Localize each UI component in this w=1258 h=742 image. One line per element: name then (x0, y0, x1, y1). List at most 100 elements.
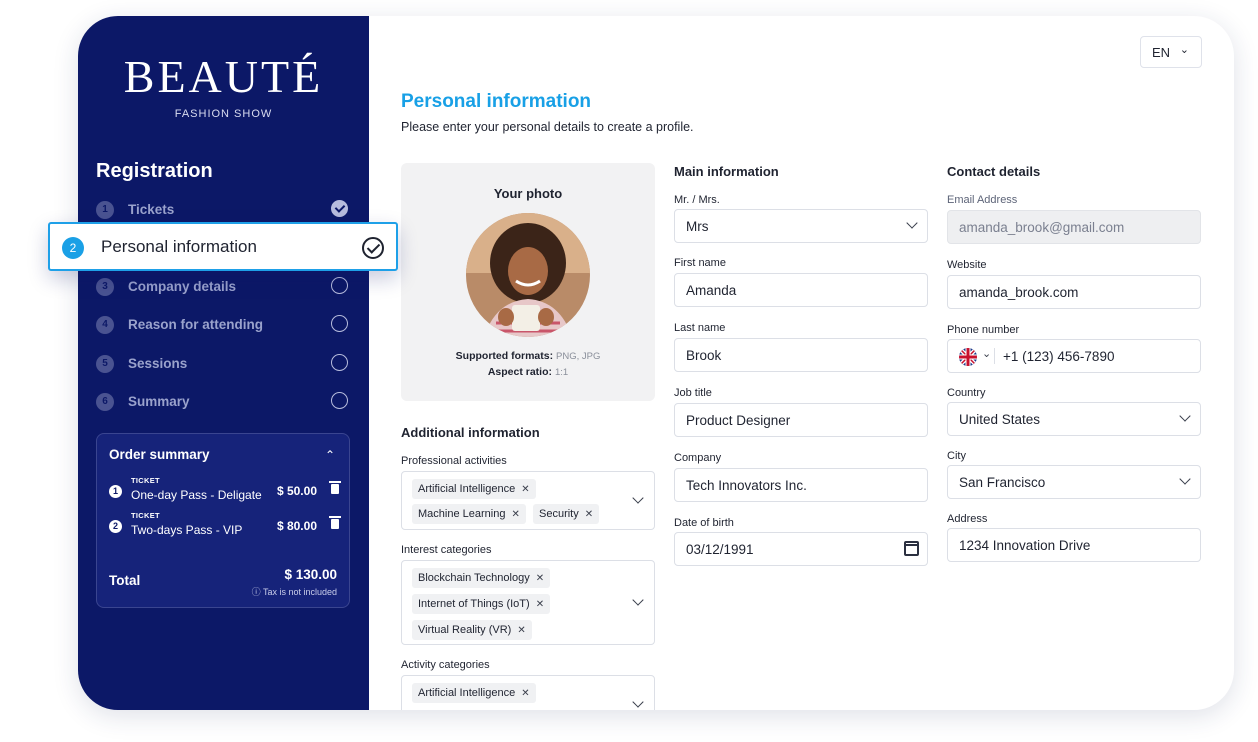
tag-chip[interactable]: Artificial Intelligence ✕ (412, 479, 536, 499)
ticket-price: $ 80.00 (276, 519, 317, 533)
address-label: Address (947, 513, 988, 525)
chevron-down-icon (1179, 410, 1191, 422)
close-icon: ✕ (517, 625, 526, 636)
tag-chip[interactable]: Security ✕ (533, 504, 600, 524)
empty-circle-icon (331, 315, 348, 332)
step-personal-information[interactable]: 2 Personal information (48, 222, 398, 271)
profile-photo (466, 213, 590, 337)
step-reason-for-attending[interactable]: 4 Reason for attending (96, 314, 348, 336)
tax-note: ⓘ Tax is not included (251, 587, 337, 597)
close-icon: ✕ (511, 509, 520, 520)
order-item: 1 TICKET One-day Pass - Deligate $ 50.00 (109, 476, 341, 508)
step-tickets[interactable]: 1 Tickets (96, 199, 348, 221)
salutation-select[interactable]: Mrs (674, 209, 928, 243)
step-company-details[interactable]: 3 Company details (96, 276, 348, 298)
email-label: Email Address (947, 194, 1018, 206)
empty-circle-icon (331, 392, 348, 409)
item-number: 1 (109, 485, 122, 498)
ratio-row: Aspect ratio: 1:1 (487, 366, 569, 378)
close-icon: ✕ (535, 573, 545, 584)
date-of-birth-field[interactable]: 03/12/1991 (674, 532, 928, 566)
empty-circle-icon (331, 277, 348, 294)
step-label: Company details (128, 279, 237, 294)
language-select[interactable]: EN ⌄ (1140, 36, 1202, 68)
tag-chip[interactable]: Virtual Reality (VR) ✕ (412, 620, 532, 640)
step-summary[interactable]: 6 Summary (96, 391, 348, 413)
activity-categories-select[interactable]: Artificial Intelligence ✕ (401, 675, 655, 710)
ticket-tag: TICKET (131, 511, 160, 520)
total-label: Total (109, 573, 141, 588)
chevron-down-icon (906, 217, 918, 229)
ticket-name: One-day Pass - Deligate (131, 488, 262, 502)
chevron-down-icon: ⌄ (1179, 44, 1189, 56)
close-icon: ✕ (521, 688, 530, 699)
close-icon: ✕ (521, 484, 530, 495)
check-circle-icon (331, 200, 348, 217)
tag-chip[interactable]: Internet of Things (IoT) ✕ (412, 594, 551, 614)
first-name-field[interactable]: Amanda (674, 273, 928, 307)
professional-label: Professional activities (401, 455, 507, 467)
registration-title: Registration (96, 160, 213, 182)
phone-field[interactable]: ⌄ +1 (123) 456-7890 (947, 339, 1201, 373)
trash-icon[interactable] (329, 481, 341, 494)
step-label: Sessions (128, 356, 188, 371)
step-number: 2 (62, 237, 84, 259)
step-sessions[interactable]: 5 Sessions (96, 353, 348, 375)
page-title: Personal information (401, 91, 592, 112)
step-label: Summary (128, 394, 190, 409)
step-number: 6 (96, 393, 114, 411)
uk-flag-icon[interactable] (959, 348, 977, 366)
chevron-down-icon (632, 696, 644, 708)
website-label: Website (947, 259, 987, 271)
country-label: Country (947, 387, 986, 399)
contact-title: Contact details (947, 164, 1041, 179)
brand-logo: BEAUTÉ (123, 51, 324, 102)
item-number: 2 (109, 520, 122, 533)
ticket-tag: TICKET (131, 476, 160, 485)
first-name-label: First name (674, 257, 726, 269)
interest-categories-select[interactable]: Blockchain Technology ✕ Internet of Thing… (401, 560, 655, 645)
close-icon: ✕ (535, 599, 545, 610)
photo-title: Your photo (493, 186, 563, 201)
additional-title: Additional information (401, 425, 540, 440)
country-select[interactable]: United States (947, 402, 1201, 436)
page-subtitle: Please enter your personal details to cr… (401, 120, 694, 134)
interest-label: Interest categories (401, 544, 492, 556)
chevron-down-icon (1179, 473, 1191, 485)
step-label: Tickets (128, 202, 175, 217)
step-number: 3 (96, 278, 114, 296)
formats-row: Supported formats: PNG, JPG (455, 350, 601, 362)
activity-label: Activity categories (401, 659, 490, 671)
language-value: EN (1152, 45, 1171, 60)
empty-circle-icon (331, 354, 348, 371)
trash-icon[interactable] (329, 516, 341, 529)
job-title-label: Job title (674, 387, 712, 399)
last-name-field[interactable]: Brook (674, 338, 928, 372)
order-item: 2 TICKET Two-days Pass - VIP $ 80.00 (109, 511, 341, 543)
calendar-icon[interactable] (904, 541, 919, 556)
last-name-label: Last name (674, 322, 726, 334)
ticket-price: $ 50.00 (276, 484, 317, 498)
address-field[interactable]: 1234 Innovation Drive (947, 528, 1201, 562)
photo-upload[interactable]: Your photo Supported formats: PNG, JPG A… (401, 163, 655, 401)
dob-label: Date of birth (674, 517, 734, 529)
tag-chip[interactable]: Artificial Intelligence ✕ (412, 683, 536, 703)
ticket-name: Two-days Pass - VIP (131, 523, 243, 537)
job-title-field[interactable]: Product Designer (674, 403, 928, 437)
chevron-up-icon[interactable]: ⌃ (325, 448, 335, 462)
check-circle-icon (362, 237, 384, 259)
chevron-down-icon (632, 492, 644, 504)
tag-chip[interactable]: Blockchain Technology ✕ (412, 568, 551, 588)
website-field[interactable]: amanda_brook.com (947, 275, 1201, 309)
divider (994, 348, 995, 364)
tag-chip[interactable]: Machine Learning ✕ (412, 504, 526, 524)
total-value: $ 130.00 (284, 567, 337, 582)
chevron-down-icon (632, 594, 644, 606)
chevron-down-icon[interactable]: ⌄ (982, 347, 991, 360)
phone-label: Phone number (947, 324, 1020, 336)
city-select[interactable]: San Francisco (947, 465, 1201, 499)
city-label: City (947, 450, 966, 462)
professional-activities-select[interactable]: Artificial Intelligence ✕ Machine Learnin… (401, 471, 655, 530)
company-label: Company (674, 452, 722, 464)
company-field[interactable]: Tech Innovators Inc. (674, 468, 928, 502)
